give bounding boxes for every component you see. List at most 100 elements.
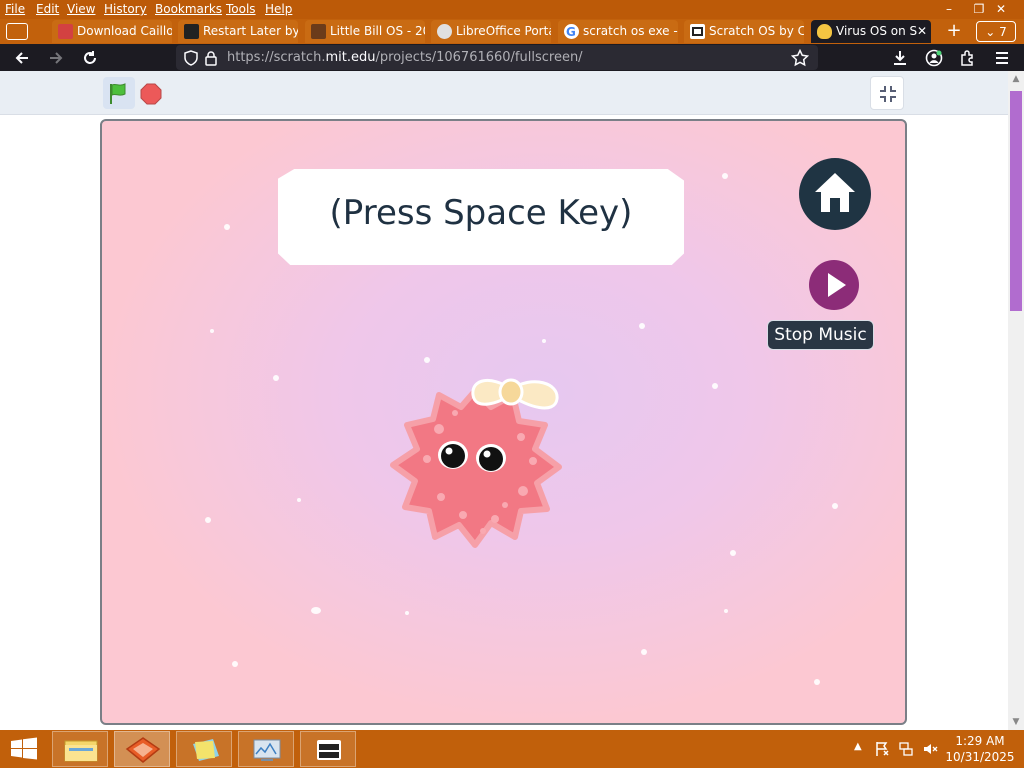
scroll-down-arrow-icon[interactable]: ▼ bbox=[1008, 714, 1024, 730]
hamburger-menu-icon bbox=[996, 52, 1008, 64]
snow-particle bbox=[297, 498, 301, 502]
snow-particle bbox=[205, 517, 211, 523]
tab-little-bill-os[interactable]: Little Bill OS - 20 bbox=[305, 20, 425, 43]
snow-particle bbox=[405, 611, 409, 615]
tab-count: 7 bbox=[999, 25, 1007, 39]
address-bar[interactable]: https://scratch.mit.edu/projects/1067616… bbox=[176, 45, 818, 70]
lock-icon[interactable] bbox=[204, 50, 218, 66]
page-content: (Press Space Key) Stop Music bbox=[0, 71, 1008, 730]
system-clock[interactable]: 1:29 AM 10/31/2025 bbox=[935, 733, 1024, 765]
tab-label: Restart Later by bbox=[203, 24, 298, 38]
snow-particle bbox=[722, 173, 728, 179]
scroll-up-arrow-icon[interactable]: ▲ bbox=[1008, 71, 1024, 87]
stop-music-button[interactable]: Stop Music bbox=[767, 320, 874, 350]
tab-restart-later[interactable]: Restart Later by bbox=[178, 20, 298, 43]
reload-button[interactable] bbox=[78, 47, 102, 68]
tab-scratch-os-exe[interactable]: G scratch os exe - bbox=[558, 20, 678, 43]
download-icon bbox=[894, 51, 906, 65]
taskbar-firefox[interactable] bbox=[114, 731, 170, 767]
url-text[interactable]: https://scratch.mit.edu/projects/1067616… bbox=[227, 50, 583, 65]
menu-bookmarks[interactable]: Bookmarks bbox=[155, 2, 222, 16]
extensions-button[interactable] bbox=[956, 47, 980, 68]
terminal-icon bbox=[317, 740, 341, 760]
url-path: /projects/106761660/fullscreen/ bbox=[375, 50, 583, 65]
menu-help[interactable]: Help bbox=[265, 2, 292, 16]
tab-libreoffice-portable[interactable]: LibreOffice Porta bbox=[431, 20, 551, 43]
exit-fullscreen-icon bbox=[880, 86, 896, 102]
stop-sign-icon bbox=[140, 83, 162, 105]
stop-button[interactable] bbox=[140, 83, 162, 105]
scratch-favicon-icon bbox=[690, 24, 705, 39]
home-icon bbox=[815, 173, 855, 212]
chevron-down-icon: ⌄ bbox=[985, 25, 996, 39]
tab-label: Scratch OS by C bbox=[709, 24, 804, 38]
menu-tools[interactable]: Tools bbox=[226, 2, 256, 16]
snow-particle bbox=[639, 323, 645, 329]
menu-bar: File Edit View History Bookmarks Tools H… bbox=[0, 0, 1024, 19]
minimize-button[interactable]: – bbox=[934, 0, 964, 19]
reload-icon bbox=[84, 51, 96, 64]
tracking-protection-shield-icon[interactable] bbox=[183, 50, 199, 66]
play-icon bbox=[828, 273, 846, 297]
new-tab-button[interactable]: + bbox=[940, 21, 968, 42]
windows-taskbar: ▲ 1:29 AM 10/31/2025 bbox=[0, 730, 1024, 768]
tab-scratch-os-by[interactable]: Scratch OS by C bbox=[684, 20, 804, 43]
sticky-notes-icon bbox=[193, 739, 219, 761]
list-all-tabs-button[interactable] bbox=[6, 23, 28, 40]
menu-view[interactable]: View bbox=[67, 2, 95, 16]
action-center-flag-icon[interactable] bbox=[874, 741, 890, 757]
snow-particle bbox=[712, 383, 718, 389]
snow-particle bbox=[832, 503, 838, 509]
taskbar-terminal[interactable] bbox=[300, 731, 356, 767]
windows-logo-icon bbox=[11, 737, 37, 760]
close-tab-icon[interactable]: ✕ bbox=[917, 20, 927, 43]
tab-label: Virus OS on S bbox=[836, 24, 918, 38]
back-button[interactable] bbox=[10, 47, 34, 68]
tab-label: Download Caillo bbox=[77, 24, 172, 38]
tab-overflow-button[interactable]: ⌄ 7 bbox=[976, 21, 1016, 42]
start-button[interactable] bbox=[0, 730, 48, 768]
close-window-button[interactable]: ✕ bbox=[986, 0, 1016, 19]
press-space-prompt: (Press Space Key) bbox=[278, 169, 684, 265]
monitor-favicon-icon bbox=[184, 24, 199, 39]
app-menu-button[interactable] bbox=[990, 47, 1014, 68]
little-bill-favicon-icon bbox=[311, 24, 326, 39]
taskbar-task-manager[interactable] bbox=[238, 731, 294, 767]
scroll-thumb[interactable] bbox=[1010, 91, 1022, 311]
libreoffice-favicon-icon bbox=[437, 24, 452, 39]
arrow-left-icon bbox=[15, 52, 28, 64]
account-button[interactable] bbox=[922, 47, 946, 68]
page-scrollbar[interactable]: ▲ ▼ bbox=[1008, 71, 1024, 730]
network-icon[interactable] bbox=[898, 741, 914, 757]
menu-history[interactable]: History bbox=[104, 2, 147, 16]
exit-fullscreen-button[interactable] bbox=[870, 76, 904, 110]
snow-particle bbox=[730, 550, 736, 556]
scratch-stage[interactable]: (Press Space Key) Stop Music bbox=[100, 119, 907, 725]
show-hidden-icons-icon[interactable]: ▲ bbox=[854, 741, 862, 752]
task-manager-icon bbox=[253, 739, 281, 761]
svg-text:G: G bbox=[566, 25, 576, 39]
downloads-button[interactable] bbox=[888, 47, 912, 68]
green-flag-button[interactable] bbox=[103, 77, 135, 109]
snow-particle bbox=[424, 357, 430, 363]
menu-file[interactable]: File bbox=[5, 2, 25, 16]
menu-edit[interactable]: Edit bbox=[36, 2, 59, 16]
puzzle-icon bbox=[961, 50, 973, 66]
forward-button[interactable] bbox=[44, 47, 68, 68]
taskbar-file-explorer[interactable] bbox=[52, 731, 108, 767]
pink-blob-monster-sprite[interactable] bbox=[383, 369, 568, 554]
tab-bar: Download Caillo Restart Later by Little … bbox=[0, 19, 1024, 44]
play-music-button[interactable] bbox=[809, 260, 859, 310]
taskbar-sticky-notes[interactable] bbox=[176, 731, 232, 767]
prompt-text: (Press Space Key) bbox=[329, 193, 633, 233]
url-domain: mit.edu bbox=[325, 50, 376, 65]
arrow-right-icon bbox=[50, 52, 63, 64]
firefox-icon bbox=[125, 737, 161, 763]
tab-download-caillou[interactable]: Download Caillo bbox=[52, 20, 172, 43]
bookmark-star-button[interactable] bbox=[788, 47, 812, 68]
snow-particle bbox=[232, 661, 238, 667]
snow-particle bbox=[542, 339, 546, 343]
home-button[interactable] bbox=[799, 158, 871, 230]
tab-virus-os[interactable]: Virus OS on S ✕ bbox=[811, 20, 931, 43]
clock-time: 1:29 AM bbox=[955, 734, 1005, 748]
